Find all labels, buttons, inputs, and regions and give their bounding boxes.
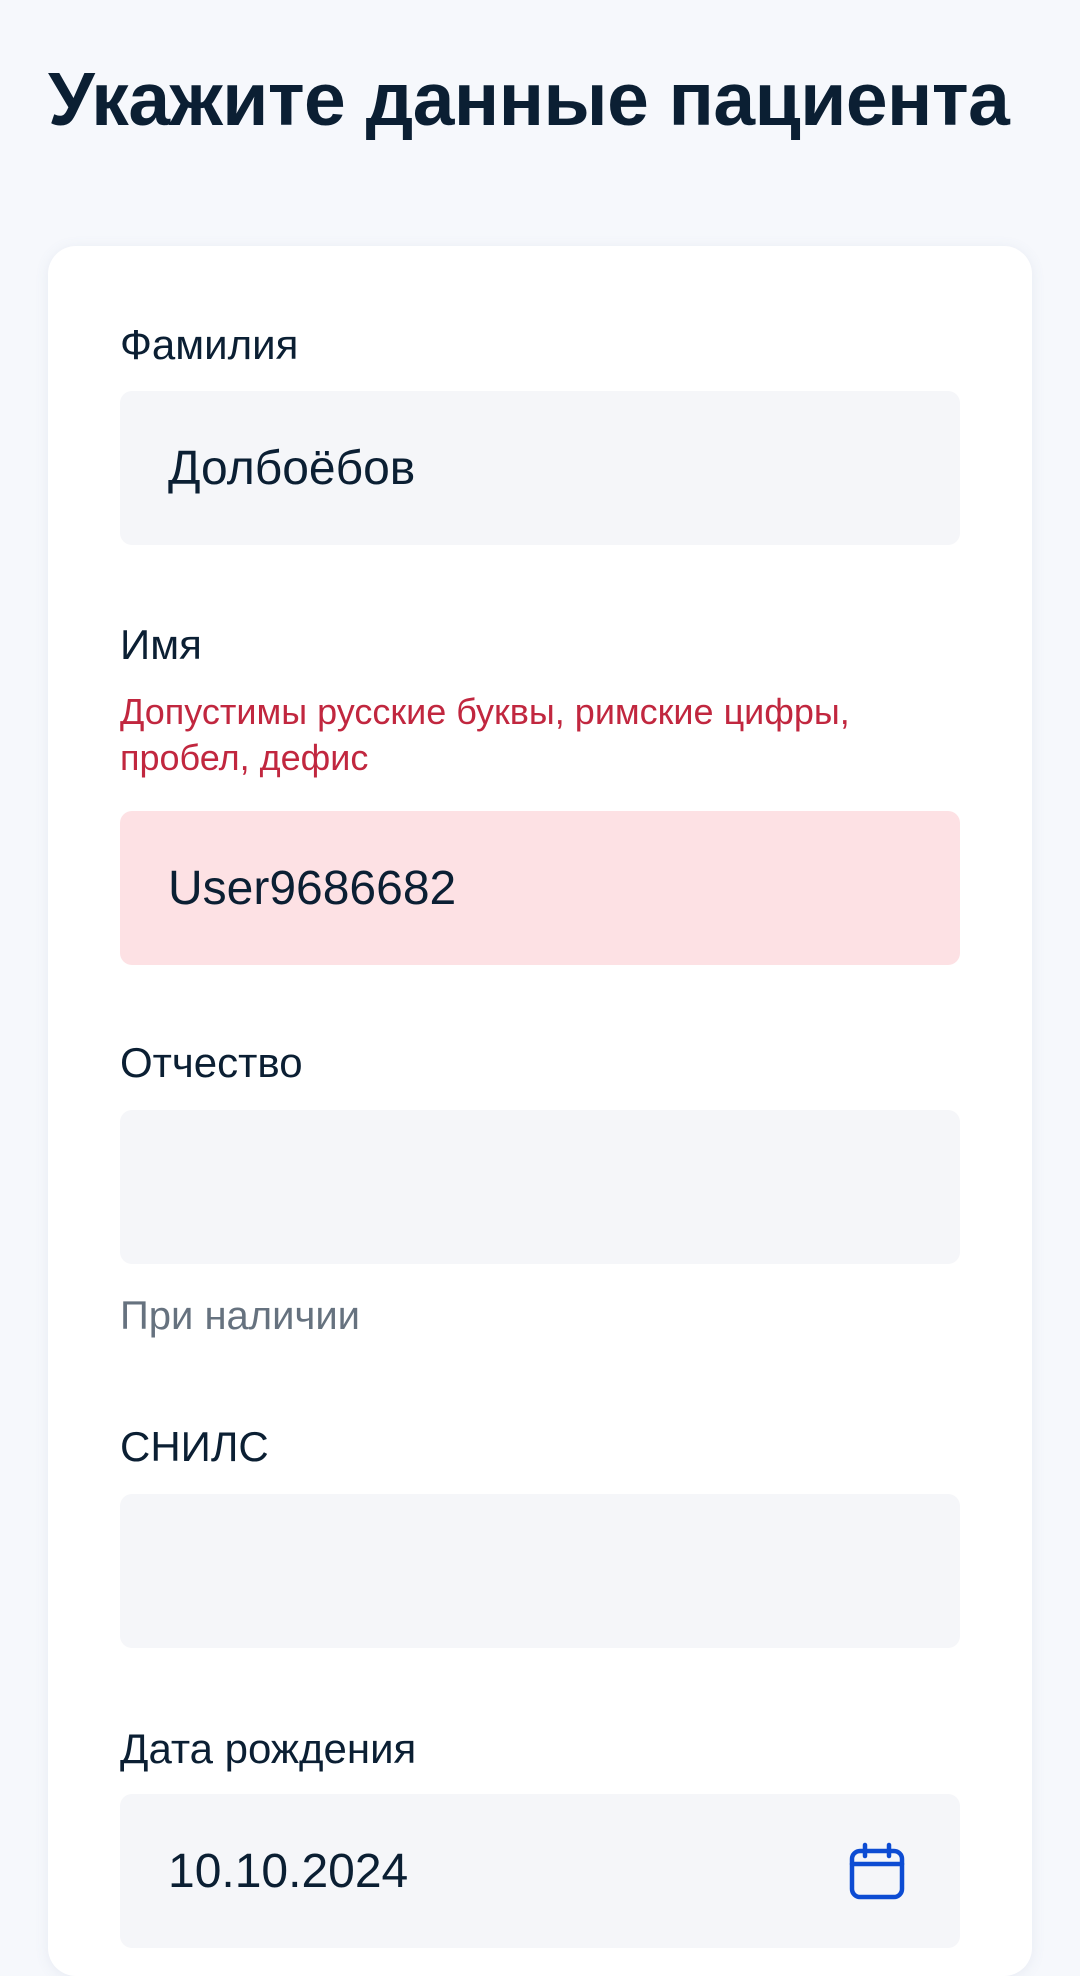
last-name-input[interactable]: Долбоёбов	[120, 391, 960, 545]
middle-name-label: Отчество	[120, 1039, 303, 1086]
last-name-label: Фамилия	[120, 321, 299, 368]
calendar-icon[interactable]	[848, 1842, 906, 1900]
page-title: Укажите данные пациента	[48, 57, 1010, 141]
birth-date-label: Дата рождения	[120, 1725, 417, 1772]
first-name-input[interactable]: User9686682	[120, 811, 960, 965]
last-name-value: Долбоёбов	[168, 441, 416, 495]
snils-input[interactable]	[120, 1494, 960, 1648]
middle-name-hint: При наличии	[120, 1294, 360, 1338]
first-name-value: User9686682	[168, 861, 457, 915]
snils-label: СНИЛС	[120, 1423, 269, 1470]
first-name-error: Допустимы русские буквы, римские цифры, …	[120, 691, 850, 778]
middle-name-input[interactable]	[120, 1110, 960, 1264]
birth-date-input[interactable]: 10.10.2024	[120, 1794, 960, 1948]
first-name-label: Имя	[120, 621, 202, 668]
patient-form-card: Фамилия Долбоёбов Имя Допустимы русские …	[48, 246, 1032, 1976]
birth-date-value: 10.10.2024	[168, 1844, 409, 1898]
